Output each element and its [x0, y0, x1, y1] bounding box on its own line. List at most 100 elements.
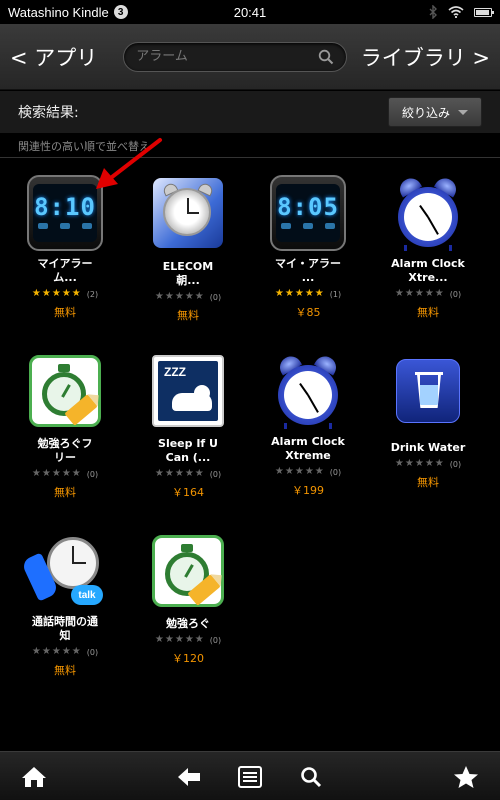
star-rating: ★ ★ ★ ★ ★ (2): [5, 288, 125, 300]
rating-count: (0): [209, 635, 222, 645]
rating-count: (1): [329, 289, 342, 299]
star-icon: ★: [394, 288, 404, 299]
star-rating: ★ ★ ★ ★ ★ (0): [128, 634, 248, 646]
star-icon: ★: [174, 634, 184, 645]
app-price: ￥164: [172, 486, 204, 499]
star-icon: ★: [184, 468, 194, 479]
rating-count: (0): [449, 459, 462, 469]
star-icon: ★: [404, 458, 414, 469]
star-icon: ★: [424, 288, 434, 299]
app-tile[interactable]: ELECOM 朝... ★ ★ ★ ★ ★ (0) 無料: [128, 175, 248, 323]
star-icon: ★: [184, 634, 194, 645]
app-tile[interactable]: 勉強ろぐ ★ ★ ★ ★ ★ (0) ￥120: [128, 533, 248, 666]
star-icon: ★: [284, 288, 294, 299]
star-icon: ★: [304, 466, 314, 477]
star-icon: ★: [274, 288, 284, 299]
favorites-star-icon[interactable]: [453, 764, 479, 790]
star-icon: ★: [154, 291, 164, 302]
star-icon: ★: [41, 468, 51, 479]
star-icon: ★: [71, 646, 81, 657]
app-title[interactable]: Drink Water: [368, 441, 488, 455]
star-icon: ★: [394, 458, 404, 469]
app-tile[interactable]: Alarm Clock Xtre... ★ ★ ★ ★ ★ (0) 無料: [368, 174, 488, 320]
app-title[interactable]: 勉強ろぐフ リー: [5, 437, 125, 465]
star-icon: ★: [51, 646, 61, 657]
rating-count: (0): [209, 469, 222, 479]
stopwatch-pencil-icon[interactable]: [27, 355, 103, 431]
status-bar: Watashino Kindle 3 20:41: [0, 0, 500, 24]
search-box[interactable]: [123, 41, 348, 72]
star-icon: ★: [314, 466, 324, 477]
back-arrow-icon[interactable]: [176, 764, 202, 790]
search-icon[interactable]: [318, 49, 334, 65]
app-title[interactable]: 勉強ろぐ: [128, 617, 248, 631]
app-tile[interactable]: 8:10 マイアラー ム... ★ ★ ★ ★ ★ (2) 無料: [5, 175, 125, 320]
back-to-apps-button[interactable]: < アプリ: [10, 42, 97, 72]
results-label: 検索結果:: [18, 105, 79, 121]
filter-button[interactable]: 絞り込み: [388, 97, 482, 127]
star-icon: ★: [41, 646, 51, 657]
app-title[interactable]: ELECOM 朝...: [128, 260, 248, 288]
search-input[interactable]: [136, 49, 319, 64]
alarm-clock-icon[interactable]: [270, 352, 346, 429]
rating-count: (2): [86, 289, 99, 299]
star-rating: ★ ★ ★ ★ ★ (0): [368, 288, 488, 300]
app-price: 無料: [417, 476, 439, 489]
app-price: 無料: [417, 306, 439, 319]
app-tile[interactable]: ZZZ Sleep If U Can (... ★ ★ ★ ★ ★ (0) ￥164: [128, 353, 248, 500]
app-tile[interactable]: talk 通話時間の通知 ★ ★ ★ ★ ★ (0) 無料: [5, 533, 125, 678]
library-button[interactable]: ライブラリ >: [361, 42, 490, 72]
notification-badge[interactable]: 3: [113, 5, 128, 19]
app-tile[interactable]: Alarm Clock Xtreme ★ ★ ★ ★ ★ (0) ￥199: [248, 352, 368, 498]
app-title[interactable]: マイ・アラー...: [248, 257, 368, 285]
star-icon: ★: [184, 291, 194, 302]
menu-icon[interactable]: [237, 764, 263, 790]
elecom-alarm-icon[interactable]: [150, 178, 226, 254]
filter-label: 絞り込み: [401, 105, 450, 120]
wifi-icon: [448, 6, 464, 18]
app-title[interactable]: マイアラー ム...: [5, 257, 125, 285]
app-title[interactable]: Alarm Clock Xtreme: [248, 435, 368, 463]
app-tile[interactable]: 勉強ろぐフ リー ★ ★ ★ ★ ★ (0) 無料: [5, 353, 125, 500]
star-icon: ★: [51, 288, 61, 299]
star-rating: ★ ★ ★ ★ ★ (0): [5, 468, 125, 480]
sleeping-baby-icon[interactable]: ZZZ: [150, 355, 226, 431]
app-tile[interactable]: 8:05 マイ・アラー... ★ ★ ★ ★ ★ (1) ￥85: [248, 175, 368, 320]
status-left: Watashino Kindle 3: [8, 5, 128, 20]
star-icon: ★: [194, 468, 204, 479]
star-icon: ★: [194, 291, 204, 302]
star-rating: ★ ★ ★ ★ ★ (0): [368, 458, 488, 470]
digital-clock-icon[interactable]: 8:10: [27, 175, 103, 251]
device-name: Watashino Kindle: [8, 4, 109, 20]
sort-label: 関連性の高い順で並べ替え: [18, 139, 150, 153]
alarm-clock-icon[interactable]: [390, 174, 466, 251]
sort-order[interactable]: 関連性の高い順で並べ替え: [0, 134, 500, 158]
star-rating: ★ ★ ★ ★ ★ (0): [128, 468, 248, 480]
star-icon: ★: [31, 288, 41, 299]
status-right: [428, 5, 494, 19]
search-icon[interactable]: [298, 764, 324, 790]
water-glass-icon[interactable]: [390, 359, 466, 435]
rating-count: (0): [329, 467, 342, 477]
star-icon: ★: [154, 634, 164, 645]
battery-icon: [474, 7, 494, 17]
app-price: 無料: [54, 486, 76, 499]
star-icon: ★: [61, 468, 71, 479]
star-icon: ★: [294, 288, 304, 299]
call-timer-icon[interactable]: talk: [20, 533, 103, 609]
chevron-down-icon: [458, 109, 468, 115]
app-title[interactable]: Alarm Clock Xtre...: [368, 257, 488, 285]
star-icon: ★: [31, 468, 41, 479]
star-icon: ★: [31, 646, 41, 657]
star-icon: ★: [174, 291, 184, 302]
rating-count: (0): [86, 469, 99, 479]
home-icon[interactable]: [21, 764, 47, 790]
app-title[interactable]: Sleep If U Can (...: [128, 437, 248, 465]
stopwatch-pencil-icon[interactable]: [150, 535, 226, 611]
clock-digits: 8:10: [34, 193, 96, 221]
app-tile[interactable]: Drink Water ★ ★ ★ ★ ★ (0) 無料: [368, 353, 488, 490]
digital-clock-icon[interactable]: 8:05: [270, 175, 346, 251]
app-title[interactable]: 通話時間の通知: [5, 615, 125, 643]
results-bar: 検索結果: 絞り込み: [0, 91, 500, 133]
rating-count: (0): [209, 292, 222, 302]
